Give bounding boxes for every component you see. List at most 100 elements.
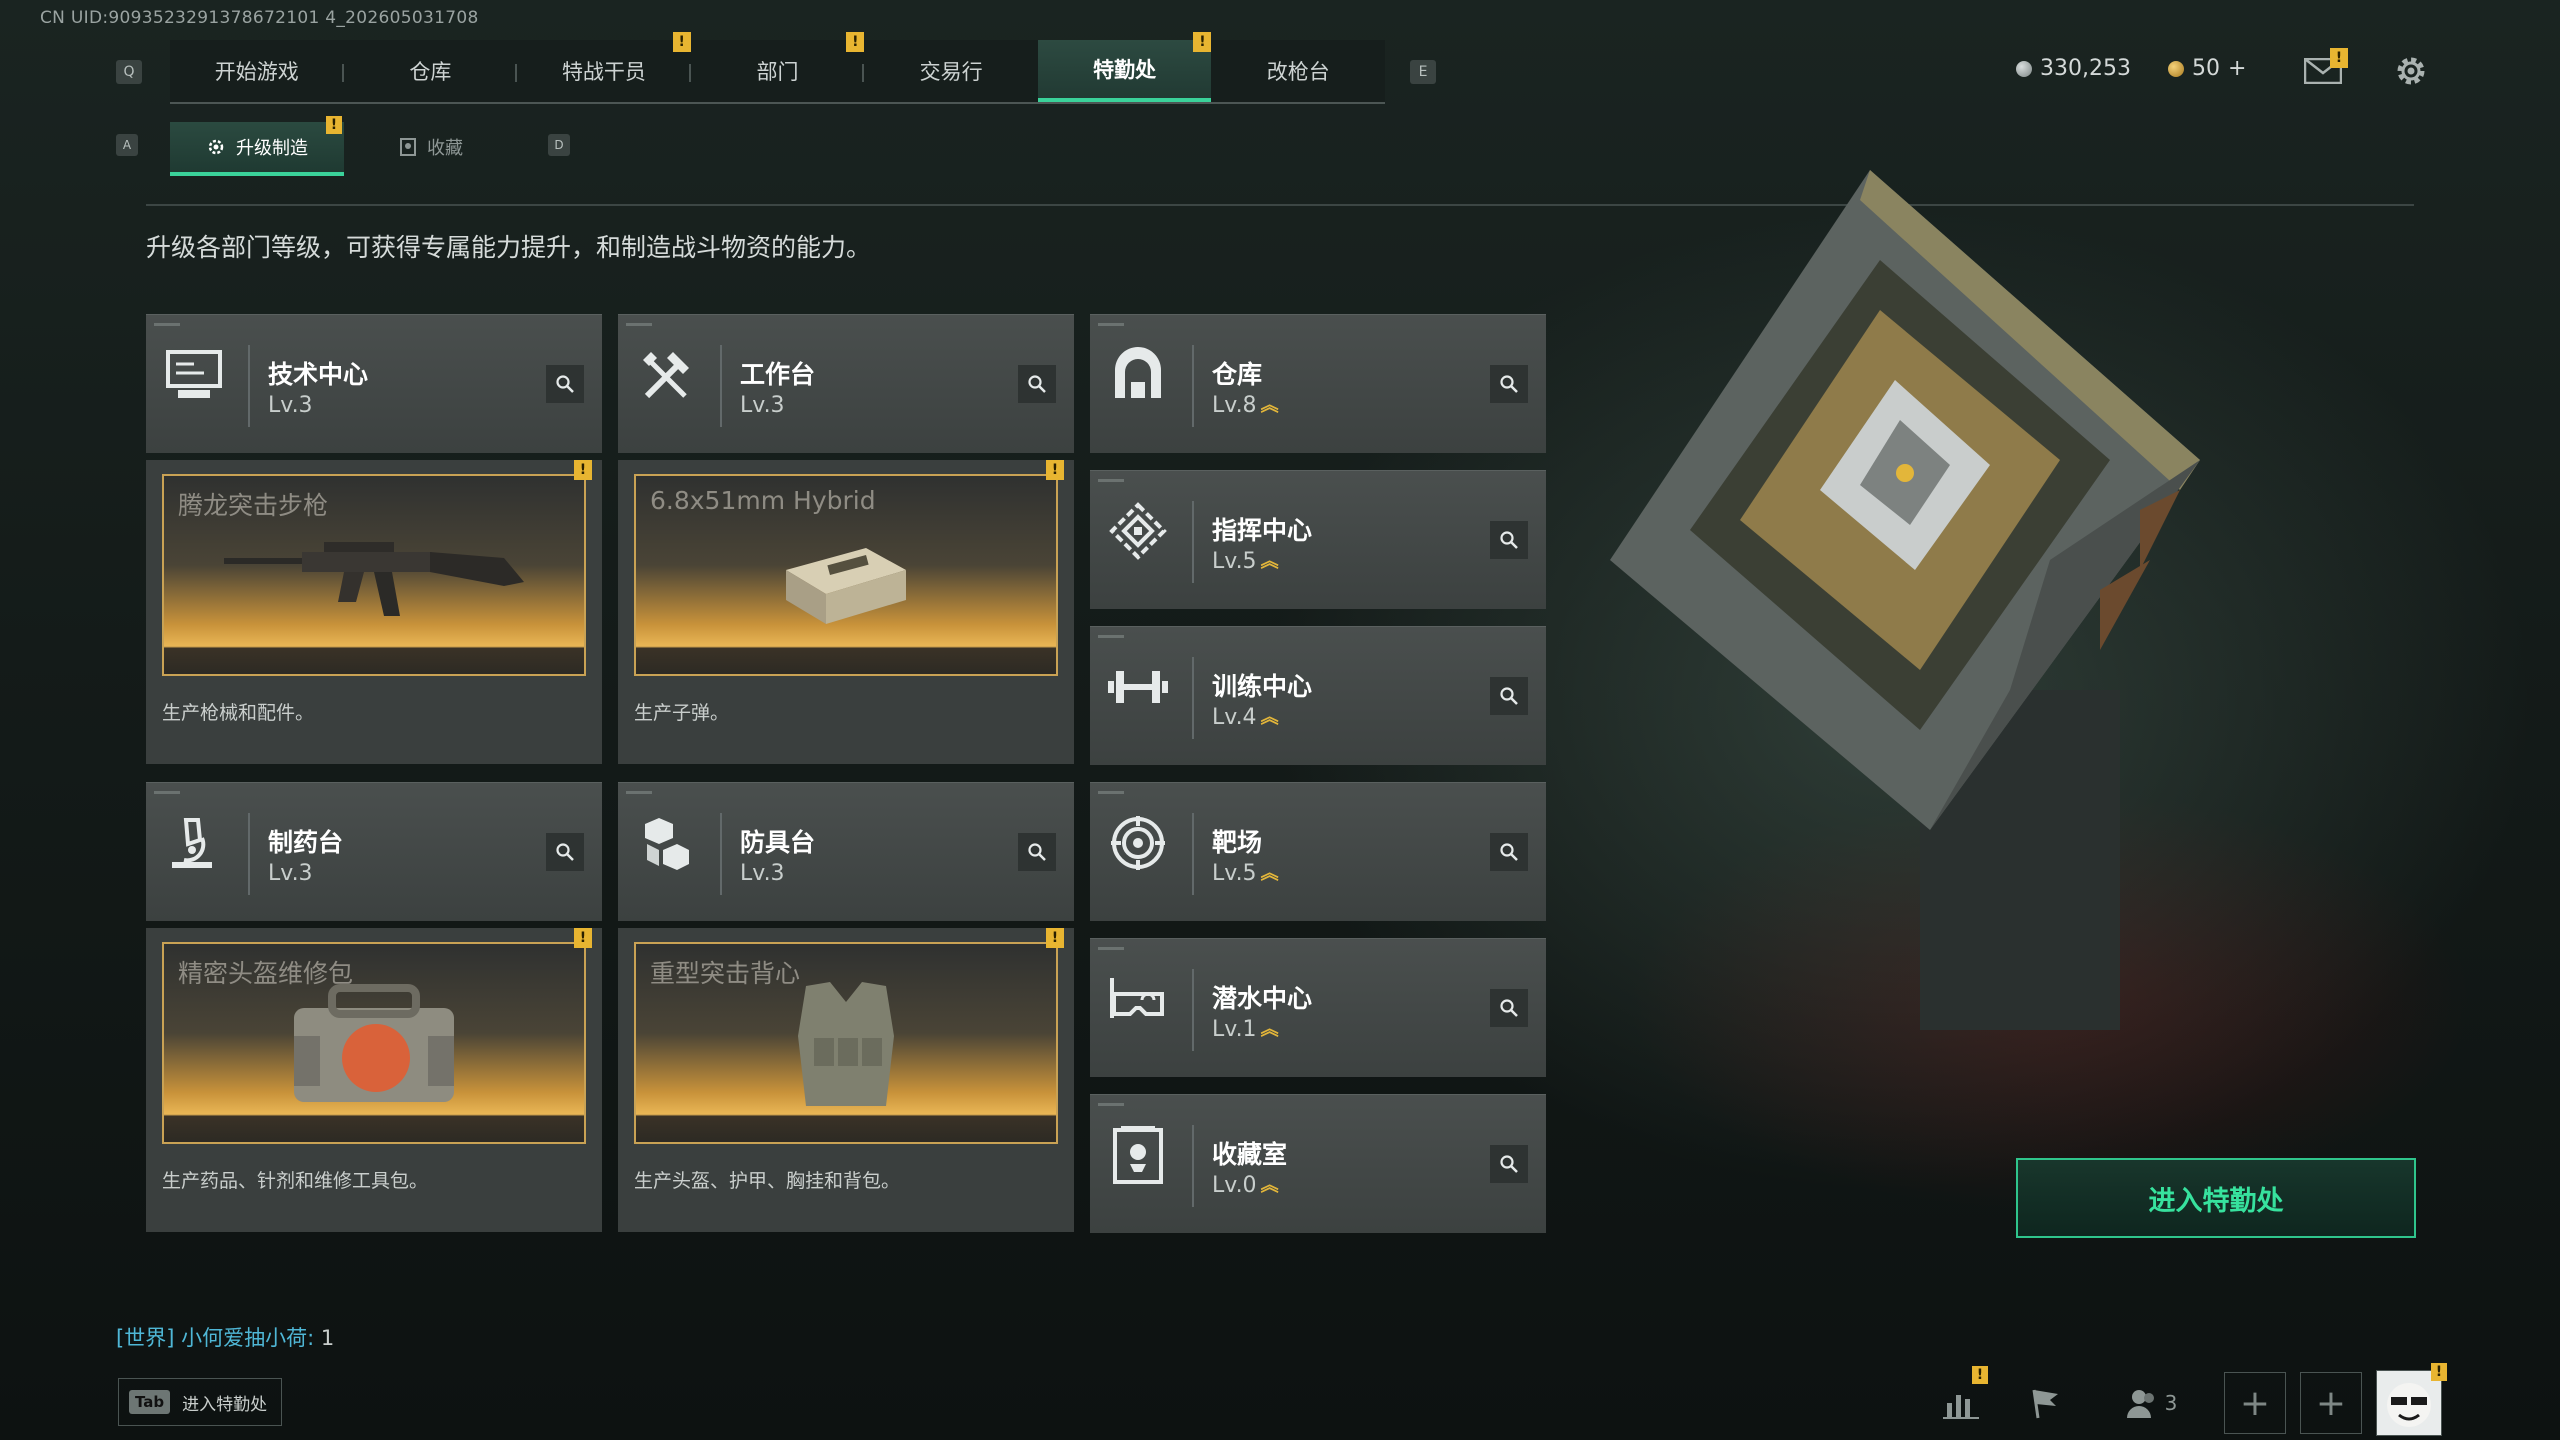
subnav-next-key[interactable]: D [548,134,570,156]
tab-departments[interactable]: 部门 ! [691,32,865,102]
tab-operators[interactable]: 特战干员 ! [517,32,691,102]
upgrade-arrow-icon: ︽ [1260,1174,1279,1196]
add-currency-button[interactable]: + [2228,56,2246,81]
dept-level: Lv.0 ︽ [1212,1173,1279,1198]
dept-search-button[interactable] [1490,1145,1528,1183]
dept-search-button[interactable] [1490,365,1528,403]
dept-card-pharmacy[interactable]: 制药台 Lv.3 [146,782,602,921]
subtab-collection[interactable]: 收藏 [344,122,518,172]
dept-name: 工作台 [740,360,816,389]
flag-icon [2032,1389,2058,1419]
dept-name: 技术中心 [268,360,369,389]
dept-card-tech-center[interactable]: 技术中心 Lv.3 [146,314,602,453]
search-icon [1500,999,1518,1017]
upgrade-arrow-icon: ︽ [1260,1018,1279,1040]
dept-search-button[interactable] [1490,521,1528,559]
alert-badge: ! [1046,460,1064,480]
tools-icon [632,341,700,409]
alert-badge: ! [1972,1366,1988,1384]
upgrade-arrow-icon: ︽ [1260,550,1279,572]
nav-prev-key[interactable]: Q [116,60,142,84]
production-image: 腾龙突击步枪 [162,474,586,676]
tab-warehouse[interactable]: 仓库 [344,40,518,102]
dept-search-button[interactable] [1018,833,1056,871]
search-icon [1028,375,1046,393]
dept-search-button[interactable] [1018,365,1056,403]
dept-card-collection-room[interactable]: 收藏室 Lv.0 ︽ [1090,1094,1546,1233]
enter-special-ops-button[interactable]: 进入特勤处 [2016,1158,2416,1238]
vest-picture [798,982,894,1106]
search-icon [1028,843,1046,861]
flag-button[interactable] [2020,1378,2070,1428]
production-card-weapons[interactable]: 腾龙突击步枪 ! 生产枪械和配件。 [146,460,602,764]
dept-card-warehouse[interactable]: 仓库 Lv.8 ︽ [1090,314,1546,453]
production-image: 6.8x51mm Hybrid [634,474,1058,676]
subtab-upgrade-craft[interactable]: 升级制造 ! [170,116,344,176]
production-card-medical[interactable]: 精密头盔维修包 ! 生产药品、针剂和维修工具包。 [146,928,602,1232]
dept-name: 制药台 [268,828,344,857]
dept-card-shooting-range[interactable]: 靶场 Lv.5 ︽ [1090,782,1546,921]
silver-currency: 330,253 [2016,56,2131,81]
avatar[interactable]: ! [2376,1363,2447,1436]
upgrade-arrow-icon: ︽ [1260,394,1279,416]
mail-button[interactable]: ! [2303,48,2348,88]
plus-icon: + [2315,1382,2347,1424]
tab-gunsmith[interactable]: 改枪台 [1211,40,1385,102]
alert-badge: ! [2431,1363,2447,1381]
dept-card-training-center[interactable]: 训练中心 Lv.4 ︽ [1090,626,1546,765]
production-caption: 生产子弹。 [634,702,730,724]
craft-icon [208,139,224,155]
gear-icon [2397,57,2425,85]
dept-level: Lv.4 ︽ [1212,705,1279,730]
collection-icon [400,138,416,156]
production-image: 精密头盔维修包 [162,942,586,1144]
alert-badge: ! [1046,928,1064,948]
nav-next-key[interactable]: E [1410,60,1436,84]
microscope-icon [160,809,228,877]
dept-level: Lv.3 [268,393,313,418]
dept-search-button[interactable] [546,365,584,403]
dept-name: 仓库 [1212,360,1263,389]
production-card-ammo[interactable]: 6.8x51mm Hybrid ! 生产子弹。 [618,460,1074,764]
computer-icon [160,341,228,409]
alert-badge: ! [574,928,592,948]
party-slot-2[interactable]: + [2300,1372,2362,1434]
party-slot-1[interactable]: + [2224,1372,2286,1434]
dept-card-diving-center[interactable]: 潜水中心 Lv.1 ︽ [1090,938,1546,1077]
gold-currency[interactable]: 50 + [2168,56,2246,81]
dept-search-button[interactable] [1490,833,1528,871]
tab-start-game[interactable]: 开始游戏 [170,40,344,102]
alert-badge: ! [326,116,342,134]
stats-button[interactable]: ! [1936,1366,1988,1428]
ammo-box-picture [786,548,906,624]
production-card-gear[interactable]: 重型突击背心 ! 生产头盔、护甲、胸挂和背包。 [618,928,1074,1232]
search-icon [556,843,574,861]
subnav-prev-key[interactable]: A [116,134,138,156]
bar-chart-icon [1943,1395,1979,1419]
upgrade-arrow-icon: ︽ [1260,862,1279,884]
dept-name: 防具台 [740,828,816,857]
production-caption: 生产头盔、护甲、胸挂和背包。 [634,1170,901,1192]
dumbbell-icon [1104,653,1172,721]
dept-card-armor[interactable]: 防具台 Lv.3 [618,782,1074,921]
tab-special-ops[interactable]: 特勤处 ! [1037,32,1212,102]
search-icon [1500,531,1518,549]
tab-enter-hint[interactable]: Tab 进入特勤处 [118,1378,283,1426]
settings-button[interactable] [2392,52,2430,94]
rifle-picture [224,542,524,616]
friends-icon [2126,1390,2154,1418]
boxes-icon [632,809,700,877]
special-ops-artwork [1610,170,2200,1030]
production-caption: 生产枪械和配件。 [162,702,315,724]
dept-card-command-center[interactable]: 指挥中心 Lv.5 ︽ [1090,470,1546,609]
dept-search-button[interactable] [546,833,584,871]
dept-level: Lv.3 [740,861,785,886]
production-item-name: 6.8x51mm Hybrid [650,486,876,515]
dept-search-button[interactable] [1490,677,1528,715]
chat-message: [世界] 小何爱抽小荷: 1 [116,1326,335,1350]
production-item-name: 腾龙突击步枪 [178,491,329,520]
dept-search-button[interactable] [1490,989,1528,1027]
friends-button[interactable]: 3 [2116,1378,2186,1428]
tab-trade[interactable]: 交易行 [864,40,1038,102]
dept-card-workbench[interactable]: 工作台 Lv.3 [618,314,1074,453]
